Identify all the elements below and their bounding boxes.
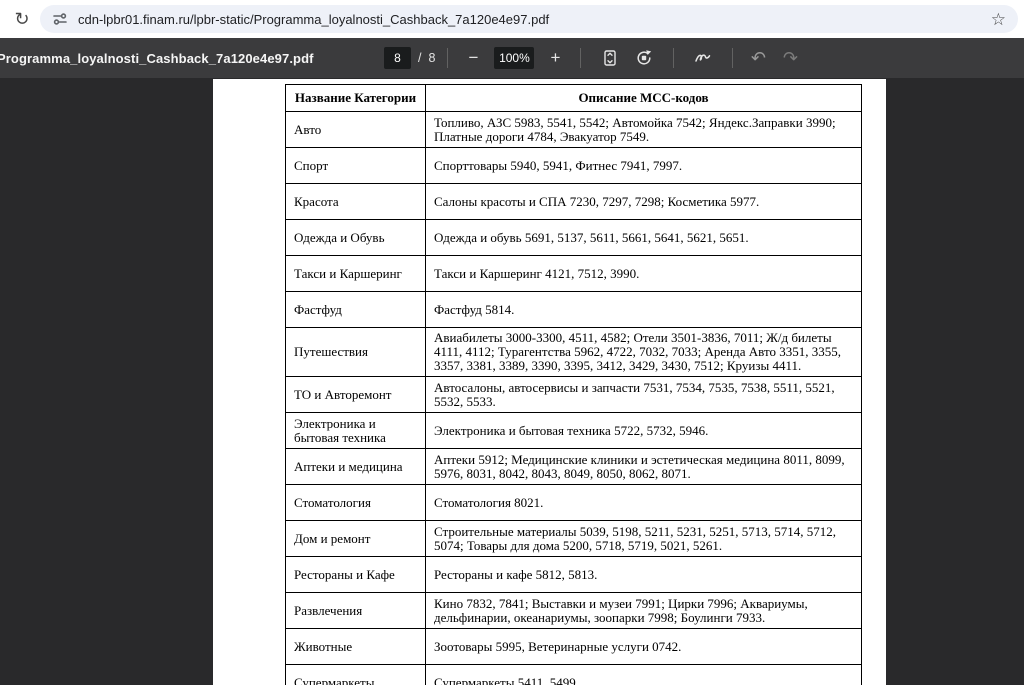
undo-button[interactable]: ↶ [745,45,771,71]
table-row: Фастфуд Фастфуд 5814. [286,292,862,328]
description-cell: Топливо, АЗС 5983, 5541, 5542; Автомойка… [426,112,862,148]
fit-to-page-icon [601,49,619,67]
header-mcc-description: Описание МСС-кодов [426,85,862,112]
toolbar-separator [447,48,448,68]
description-cell: Фастфуд 5814. [426,292,862,328]
category-cell: Путешествия [286,328,426,377]
table-row: Аптеки и медицина Аптеки 5912; Медицинск… [286,449,862,485]
fit-to-page-button[interactable] [597,45,623,71]
category-cell: Такси и Каршеринг [286,256,426,292]
page-number-input[interactable] [384,47,411,69]
zoom-in-button[interactable]: + [542,45,568,71]
redo-button[interactable]: ↷ [777,45,803,71]
page-divider: / [418,51,421,65]
browser-toolbar: ↻ cdn-lpbr01.finam.ru/lpbr-static/Progra… [0,0,1024,38]
table-row: Путешествия Авиабилеты 3000-3300, 4511, … [286,328,862,377]
category-cell: Стоматология [286,485,426,521]
description-cell: Кино 7832, 7841; Выставки и музеи 7991; … [426,593,862,629]
description-cell: Салоны красоты и СПА 7230, 7297, 7298; К… [426,184,862,220]
table-row: Дом и ремонт Строительные материалы 5039… [286,521,862,557]
table-row: Развлечения Кино 7832, 7841; Выставки и … [286,593,862,629]
category-cell: Фастфуд [286,292,426,328]
category-cell: Красота [286,184,426,220]
description-cell: Электроника и бытовая техника 5722, 5732… [426,413,862,449]
pdf-toolbar: Programma_loyalnosti_Cashback_7a120e4e97… [0,38,1024,78]
toolbar-separator [673,48,674,68]
pdf-filename: Programma_loyalnosti_Cashback_7a120e4e97… [0,51,314,66]
table-row: Красота Салоны красоты и СПА 7230, 7297,… [286,184,862,220]
reload-icon: ↻ [14,9,29,30]
table-row: Рестораны и Кафе Рестораны и кафе 5812, … [286,557,862,593]
category-cell: Одежда и Обувь [286,220,426,256]
table-row: Супермаркеты Супермаркеты 5411, 5499. [286,665,862,685]
header-category: Название Категории [286,85,426,112]
category-cell: Супермаркеты [286,665,426,685]
mcc-table-body: Авто Топливо, АЗС 5983, 5541, 5542; Авто… [286,112,862,685]
redo-icon: ↷ [783,48,798,69]
page-total: 8 [428,51,435,65]
category-cell: Рестораны и Кафе [286,557,426,593]
undo-icon: ↶ [751,48,766,69]
mcc-table: Название Категории Описание МСС-кодов Ав… [285,84,862,685]
description-cell: Автосалоны, автосервисы и запчасти 7531,… [426,377,862,413]
table-row: Авто Топливо, АЗС 5983, 5541, 5542; Авто… [286,112,862,148]
description-cell: Стоматология 8021. [426,485,862,521]
description-cell: Зоотовары 5995, Ветеринарные услуги 0742… [426,629,862,665]
category-cell: ТО и Авторемонт [286,377,426,413]
table-row: Электроника и бытовая техника Электроник… [286,413,862,449]
table-row: Такси и Каршеринг Такси и Каршеринг 4121… [286,256,862,292]
pdf-viewer-area[interactable]: Название Категории Описание МСС-кодов Ав… [0,78,1024,685]
description-cell: Одежда и обувь 5691, 5137, 5611, 5661, 5… [426,220,862,256]
table-row: Животные Зоотовары 5995, Ветеринарные ус… [286,629,862,665]
category-cell: Аптеки и медицина [286,449,426,485]
table-row: ТО и Авторемонт Автосалоны, автосервисы … [286,377,862,413]
reload-button[interactable]: ↻ [8,5,36,33]
category-cell: Животные [286,629,426,665]
description-cell: Супермаркеты 5411, 5499. [426,665,862,685]
url-text[interactable]: cdn-lpbr01.finam.ru/lpbr-static/Programm… [78,12,549,27]
category-cell: Дом и ремонт [286,521,426,557]
bookmark-star-icon[interactable]: ☆ [991,11,1006,28]
rotate-button[interactable] [631,45,657,71]
description-cell: Аптеки 5912; Медицинские клиники и эстет… [426,449,862,485]
pdf-controls: / 8 − 100% + [384,38,803,78]
category-cell: Авто [286,112,426,148]
table-header-row: Название Категории Описание МСС-кодов [286,85,862,112]
category-cell: Спорт [286,148,426,184]
pdf-page: Название Категории Описание МСС-кодов Ав… [213,79,886,685]
site-info-icon[interactable] [52,11,68,27]
rotate-icon [635,49,653,67]
description-cell: Авиабилеты 3000-3300, 4511, 4582; Отели … [426,328,862,377]
category-cell: Электроника и бытовая техника [286,413,426,449]
pen-squiggle-icon [693,49,713,67]
zoom-level[interactable]: 100% [494,47,534,69]
toolbar-separator [732,48,733,68]
category-cell: Развлечения [286,593,426,629]
toolbar-separator [580,48,581,68]
description-cell: Строительные материалы 5039, 5198, 5211,… [426,521,862,557]
address-bar[interactable]: cdn-lpbr01.finam.ru/lpbr-static/Programm… [40,5,1018,33]
annotate-button[interactable] [690,45,716,71]
description-cell: Рестораны и кафе 5812, 5813. [426,557,862,593]
table-row: Спорт Спорттовары 5940, 5941, Фитнес 794… [286,148,862,184]
description-cell: Спорттовары 5940, 5941, Фитнес 7941, 799… [426,148,862,184]
zoom-out-button[interactable]: − [460,45,486,71]
table-row: Одежда и Обувь Одежда и обувь 5691, 5137… [286,220,862,256]
table-row: Стоматология Стоматология 8021. [286,485,862,521]
description-cell: Такси и Каршеринг 4121, 7512, 3990. [426,256,862,292]
